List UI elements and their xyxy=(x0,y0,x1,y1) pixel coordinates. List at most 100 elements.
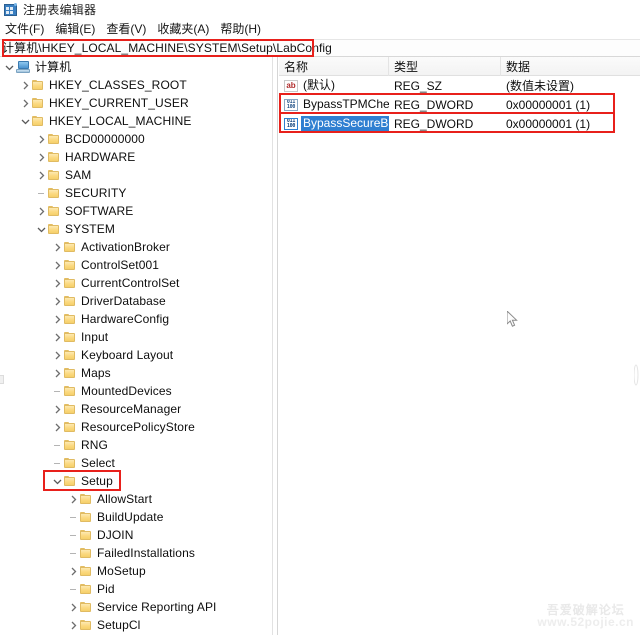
chevron-right-icon[interactable] xyxy=(18,94,32,112)
column-header-type[interactable]: 类型 xyxy=(389,57,501,76)
tree-node-bcd00000000[interactable]: BCD00000000 xyxy=(0,130,272,148)
chevron-right-icon[interactable] xyxy=(34,166,48,184)
tree-line-stub xyxy=(50,436,64,454)
folder-icon xyxy=(80,583,93,595)
chevron-right-icon[interactable] xyxy=(50,328,64,346)
tree-line-stub xyxy=(66,526,80,544)
chevron-right-icon[interactable] xyxy=(50,274,64,292)
folder-icon xyxy=(80,547,93,559)
chevron-right-icon[interactable] xyxy=(50,346,64,364)
tree-node-resourcemanager[interactable]: ResourceManager xyxy=(0,400,272,418)
tree-node-failedinstallations[interactable]: FailedInstallations xyxy=(0,544,272,562)
tree-line-stub xyxy=(50,454,64,472)
tree-node-controlset001[interactable]: ControlSet001 xyxy=(0,256,272,274)
tree-node-allowstart[interactable]: AllowStart xyxy=(0,490,272,508)
chevron-down-icon[interactable] xyxy=(50,472,64,490)
tree-node-label: FailedInstallations xyxy=(97,547,195,559)
tree-node-service-reporting-api[interactable]: Service Reporting API xyxy=(0,598,272,616)
value-name-cell[interactable]: 011100BypassTPMChe... xyxy=(279,95,389,114)
chevron-right-icon[interactable] xyxy=(34,148,48,166)
tree-node-buildupdate[interactable]: BuildUpdate xyxy=(0,508,272,526)
value-row[interactable]: 011100BypassSecureB...REG_DWORD0x0000000… xyxy=(279,114,640,133)
menu-item-view[interactable]: 查看(V) xyxy=(106,23,152,35)
chevron-right-icon[interactable] xyxy=(50,310,64,328)
tree-node-activationbroker[interactable]: ActivationBroker xyxy=(0,238,272,256)
tree-node-input[interactable]: Input xyxy=(0,328,272,346)
tree-node-hkey-current-user[interactable]: HKEY_CURRENT_USER xyxy=(0,94,272,112)
tree-line-stub xyxy=(66,580,80,598)
tree-node-label: ControlSet001 xyxy=(81,259,159,271)
tree-node-rng[interactable]: RNG xyxy=(0,436,272,454)
chevron-right-icon[interactable] xyxy=(50,292,64,310)
column-header-data[interactable]: 数据 xyxy=(501,57,640,76)
chevron-right-icon[interactable] xyxy=(66,562,80,580)
computer-icon xyxy=(16,61,31,74)
value-name-cell[interactable]: 011100BypassSecureB... xyxy=(279,114,389,133)
pane-splitter[interactable] xyxy=(272,57,278,635)
tree-node-djoin[interactable]: DJOIN xyxy=(0,526,272,544)
tree-node-resourcepolicystore[interactable]: ResourcePolicyStore xyxy=(0,418,272,436)
tree-node-label: ResourceManager xyxy=(81,403,181,415)
menu-item-help[interactable]: 帮助(H) xyxy=(220,23,267,35)
dword-value-icon: 011100 xyxy=(284,118,298,130)
chevron-right-icon[interactable] xyxy=(18,76,32,94)
tree-node-hkey-local-machine[interactable]: HKEY_LOCAL_MACHINE xyxy=(0,112,272,130)
chevron-right-icon[interactable] xyxy=(66,598,80,616)
dword-value-icon: 011100 xyxy=(284,99,298,111)
tree-node-label: BCD00000000 xyxy=(65,133,145,145)
column-header-name[interactable]: 名称 xyxy=(279,57,389,76)
chevron-right-icon[interactable] xyxy=(34,202,48,220)
folder-icon xyxy=(48,187,61,199)
chevron-down-icon[interactable] xyxy=(18,112,32,130)
tree-node-setupcl[interactable]: SetupCl xyxy=(0,616,272,634)
folder-icon xyxy=(64,403,77,415)
value-row[interactable]: 011100BypassTPMChe...REG_DWORD0x00000001… xyxy=(279,95,640,114)
tree-node-setup[interactable]: Setup xyxy=(0,472,272,490)
chevron-down-icon[interactable] xyxy=(2,58,16,76)
tree-node-label: HKEY_CURRENT_USER xyxy=(49,97,189,109)
registry-tree-pane[interactable]: 计算机HKEY_CLASSES_ROOT HKEY_CURRENT_USER HKE… xyxy=(0,57,272,635)
tree-node-maps[interactable]: Maps xyxy=(0,364,272,382)
tree-node-label: BuildUpdate xyxy=(97,511,163,523)
chevron-right-icon[interactable] xyxy=(66,616,80,634)
chevron-right-icon[interactable] xyxy=(50,238,64,256)
address-input[interactable]: 计算机\HKEY_LOCAL_MACHINE\SYSTEM\Setup\LabC… xyxy=(2,42,332,54)
menu-item-edit[interactable]: 编辑(E) xyxy=(55,23,101,35)
menu-item-favorites[interactable]: 收藏夹(A) xyxy=(157,23,215,35)
tree-node-sam[interactable]: SAM xyxy=(0,166,272,184)
value-name-cell[interactable]: ab(默认) xyxy=(279,76,389,95)
value-row[interactable]: ab(默认)REG_SZ(数值未设置) xyxy=(279,76,640,95)
tree-node-label: HardwareConfig xyxy=(81,313,169,325)
tree-node-hkey-classes-root[interactable]: HKEY_CLASSES_ROOT xyxy=(0,76,272,94)
tree-node-select[interactable]: Select xyxy=(0,454,272,472)
title-bar: 注册表编辑器 xyxy=(0,0,640,19)
tree-node-security[interactable]: SECURITY xyxy=(0,184,272,202)
tree-node-hardwareconfig[interactable]: HardwareConfig xyxy=(0,310,272,328)
address-bar[interactable]: 计算机\HKEY_LOCAL_MACHINE\SYSTEM\Setup\LabC… xyxy=(0,39,640,57)
chevron-right-icon[interactable] xyxy=(50,418,64,436)
value-name-label: BypassSecureB... xyxy=(301,116,389,131)
chevron-right-icon[interactable] xyxy=(50,400,64,418)
tree-node--[interactable]: 计算机 xyxy=(0,58,272,76)
tree-node-mounteddevices[interactable]: MountedDevices xyxy=(0,382,272,400)
folder-icon xyxy=(48,151,61,163)
tree-node-system[interactable]: SYSTEM xyxy=(0,220,272,238)
tree-node-mosetup[interactable]: MoSetup xyxy=(0,562,272,580)
menu-item-file[interactable]: 文件(F) xyxy=(5,23,50,35)
chevron-right-icon[interactable] xyxy=(50,364,64,382)
folder-icon xyxy=(80,565,93,577)
folder-icon xyxy=(64,367,77,379)
window-title: 注册表编辑器 xyxy=(23,4,96,16)
tree-node-keyboard-layout[interactable]: Keyboard Layout xyxy=(0,346,272,364)
tree-node-software[interactable]: SOFTWARE xyxy=(0,202,272,220)
tree-node-hardware[interactable]: HARDWARE xyxy=(0,148,272,166)
chevron-right-icon[interactable] xyxy=(34,130,48,148)
chevron-right-icon[interactable] xyxy=(66,490,80,508)
chevron-right-icon[interactable] xyxy=(50,256,64,274)
registry-values-pane[interactable]: 名称 类型 数据 ab(默认)REG_SZ(数值未设置)011100Bypass… xyxy=(279,57,640,635)
chevron-down-icon[interactable] xyxy=(34,220,48,238)
tree-node-label: SetupCl xyxy=(97,619,140,631)
tree-node-driverdatabase[interactable]: DriverDatabase xyxy=(0,292,272,310)
tree-node-pid[interactable]: Pid xyxy=(0,580,272,598)
tree-node-currentcontrolset[interactable]: CurrentControlSet xyxy=(0,274,272,292)
